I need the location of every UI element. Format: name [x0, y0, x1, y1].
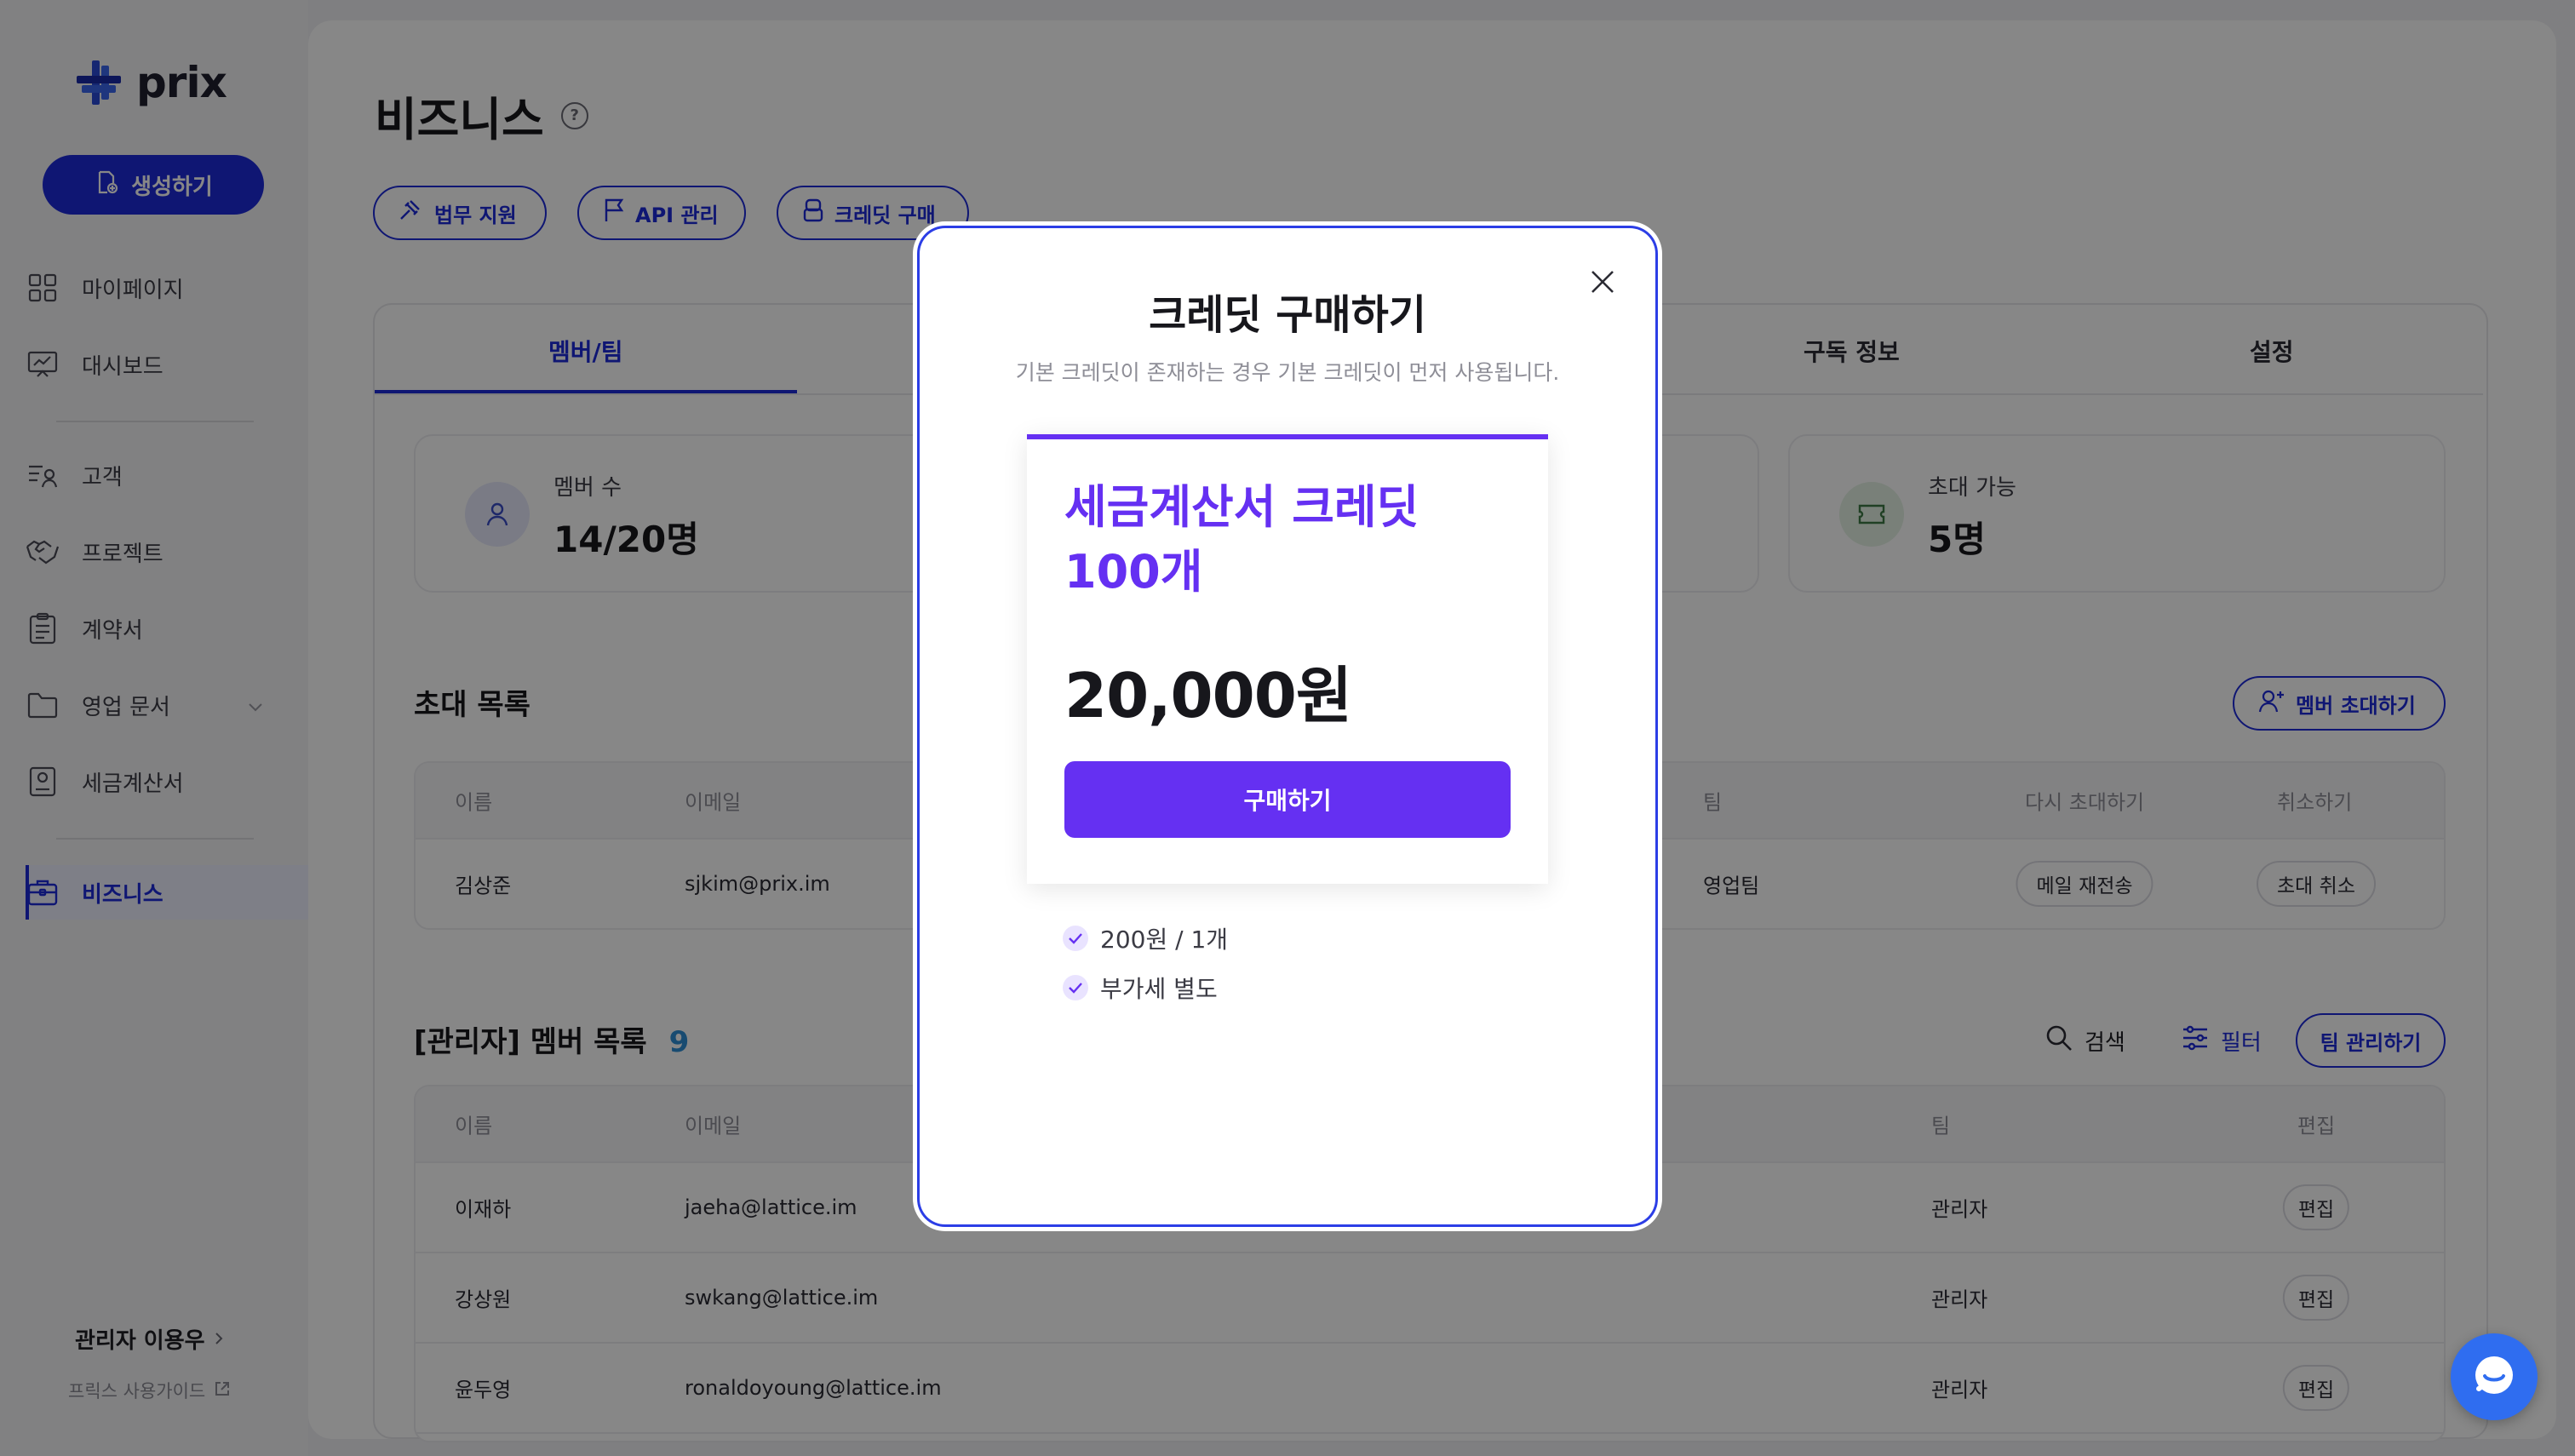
feature-item: 부가세 별도: [1063, 971, 1218, 1005]
feature-text: 부가세 별도: [1100, 975, 1218, 1003]
credit-purchase-modal: 크레딧 구매하기 기본 크레딧이 존재하는 경우 기본 크레딧이 먼저 사용됩니…: [920, 228, 1655, 1224]
check-icon: [1063, 975, 1088, 1000]
check-icon: [1063, 926, 1088, 951]
purchase-button[interactable]: 구매하기: [1064, 761, 1511, 838]
modal-title: 크레딧 구매하기: [1149, 291, 1426, 339]
feature-item: 200원 / 1개: [1063, 921, 1228, 955]
chat-button[interactable]: [2451, 1333, 2538, 1420]
chat-bubble-icon: [2469, 1350, 2520, 1404]
modal-subtitle: 기본 크레딧이 존재하는 경우 기본 크레딧이 먼저 사용됩니다.: [1015, 360, 1560, 385]
product-price: 20,000원: [1064, 660, 1352, 731]
feature-text: 200원 / 1개: [1100, 926, 1229, 954]
product-card: 세금계산서 크레딧 100개 20,000원 구매하기: [1027, 434, 1548, 884]
product-name: 세금계산서 크레딧 100개: [1064, 480, 1419, 599]
